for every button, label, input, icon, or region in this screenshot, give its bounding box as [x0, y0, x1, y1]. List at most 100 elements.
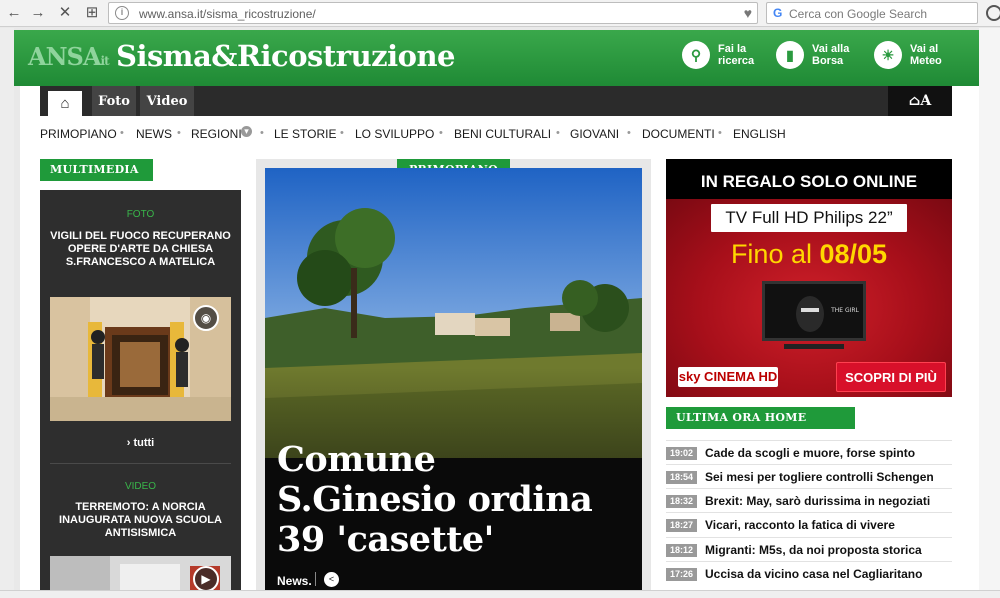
ad-date: Fino al 08/05 — [666, 239, 952, 270]
ad-body: TV Full HD Philips 22” Fino al 08/05 THE… — [666, 199, 952, 397]
menu-item-lo-sviluppo[interactable]: LO SVILUPPO — [355, 127, 434, 141]
search-input[interactable]: G Cerca con Google Search — [766, 2, 978, 24]
news-headline[interactable]: Cade da scogli e muore, forse spinto — [705, 446, 915, 460]
stop-icon[interactable]: ✕ — [55, 3, 75, 23]
tv-stand — [784, 344, 844, 349]
time-badge: 18:32 — [666, 495, 697, 508]
meteo-action-label: Vai al Meteo — [910, 43, 942, 67]
menu-item-le-storie[interactable]: LE STORIE — [274, 127, 336, 141]
foto-category[interactable]: FOTO — [40, 209, 241, 220]
home-icon[interactable]: ⌂ — [48, 91, 82, 116]
news-headline[interactable]: Brexit: May, sarò durissima in negoziati — [705, 494, 930, 508]
tutti-link[interactable]: › tutti — [40, 437, 241, 449]
menu-separator: • — [627, 127, 631, 139]
main-title-line2: S.Ginesio ordina — [277, 479, 593, 520]
section-menu: PRIMOPIANO • NEWS • REGIONI ▾ • LE STORI… — [40, 126, 952, 143]
url-host: www.ansa.it — [139, 7, 204, 21]
tab-foto[interactable]: Foto — [92, 86, 136, 116]
menu-separator: • — [556, 127, 560, 139]
meteo-action-button[interactable]: ☀ Vai al Meteo — [874, 41, 964, 75]
main-story-title[interactable]: Comune S.Ginesio ordina 39 'casette' — [277, 440, 637, 560]
search-icon: ⚲ — [682, 41, 710, 69]
bookmark-heart-icon[interactable]: ♥ — [744, 5, 752, 21]
tab-video[interactable]: Video — [140, 86, 194, 116]
video-title[interactable]: TERREMOTO: A NORCIA INAUGURATA NUOVA SCU… — [50, 501, 231, 540]
menu-item-regioni[interactable]: REGIONI — [191, 127, 242, 141]
main-title-line1: Comune — [277, 439, 436, 480]
list-item[interactable]: 18:12 Migranti: M5s, da noi proposta sto… — [666, 537, 952, 561]
ad-headline: IN REGALO SOLO ONLINE — [666, 159, 952, 199]
search-placeholder: Cerca con Google Search — [789, 7, 928, 21]
sky-cinema-logo: sky CINEMA HD — [678, 367, 778, 387]
news-headline[interactable]: Uccisa da vicino casa nel Cagliaritano — [705, 567, 922, 581]
menu-separator: • — [120, 127, 124, 139]
forward-icon[interactable]: → — [28, 3, 48, 23]
ansa-logo[interactable]: ANSAit — [28, 42, 110, 71]
divider — [50, 463, 231, 464]
weather-icon: ☀ — [874, 41, 902, 69]
time-badge: 19:02 — [666, 447, 697, 460]
ad-date-value: 08/05 — [819, 239, 888, 269]
ad-date-prefix: Fino al — [730, 239, 820, 269]
multimedia-label[interactable]: MULTIMEDIA — [40, 159, 153, 181]
meteo-action-line2: Meteo — [910, 55, 942, 67]
address-bar[interactable]: i www.ansa.it/sisma_ricostruzione/ ♥ — [108, 2, 758, 24]
borsa-action-button[interactable]: ▮ Vai alla Borsa — [776, 41, 866, 75]
list-item[interactable]: 19:02 Cade da scogli e muore, forse spin… — [666, 440, 952, 464]
browser-toolbar: ← → ✕ ⊞ i www.ansa.it/sisma_ricostruzion… — [0, 0, 1000, 27]
ad-product: TV Full HD Philips 22” — [711, 204, 907, 232]
time-badge: 18:54 — [666, 471, 697, 484]
chart-icon: ▮ — [776, 41, 804, 69]
news-headline[interactable]: Migranti: M5s, da noi proposta storica — [705, 543, 922, 557]
news-headline[interactable]: Sei mesi per togliere controlli Schengen — [705, 470, 934, 484]
back-icon[interactable]: ← — [4, 3, 24, 23]
video-category[interactable]: VIDEO — [40, 481, 241, 492]
time-badge: 18:27 — [666, 519, 697, 532]
list-item[interactable]: 17:26 Uccisa da vicino casa nel Cagliari… — [666, 561, 952, 585]
menu-item-beni-culturali[interactable]: BENI CULTURALI — [454, 127, 551, 141]
apps-icon[interactable]: ⊞ — [82, 3, 102, 23]
page-gutter-right — [979, 28, 1000, 598]
menu-icon[interactable] — [986, 5, 1000, 21]
list-item[interactable]: 18:32 Brexit: May, sarò durissima in neg… — [666, 488, 952, 512]
list-item[interactable]: 18:27 Vicari, racconto la fatica di vive… — [666, 512, 952, 536]
search-action-line2: ricerca — [718, 55, 755, 67]
borsa-action-label: Vai alla Borsa — [812, 43, 849, 67]
foto-thumbnail[interactable]: ◉ — [50, 297, 231, 421]
list-item[interactable]: 18:54 Sei mesi per togliere controlli Sc… — [666, 464, 952, 488]
site-header: ANSAit Sisma&Ricostruzione ⚲ Fai la ricer… — [14, 30, 979, 86]
menu-item-primopiano[interactable]: PRIMOPIANO — [40, 127, 117, 141]
site-title[interactable]: Sisma&Ricostruzione — [116, 39, 456, 73]
story-source[interactable]: News. — [277, 574, 312, 588]
search-action-button[interactable]: ⚲ Fai la ricerca — [682, 41, 762, 75]
tv-screen-text: THE GIRL — [830, 307, 859, 314]
info-icon[interactable]: i — [115, 6, 129, 20]
page-gutter-left — [0, 28, 14, 598]
scopri-button[interactable]: SCOPRI DI PIÙ — [836, 362, 946, 392]
advertisement-banner[interactable]: IN REGALO SOLO ONLINE TV Full HD Philips… — [666, 159, 952, 397]
home-accessibility-button[interactable]: ⌂A — [888, 86, 952, 116]
share-icon[interactable]: < — [324, 572, 339, 587]
top-navigation: ⌂ Foto Video ⌂A — [40, 86, 952, 116]
menu-item-english[interactable]: ENGLISH — [733, 127, 786, 141]
foto-title[interactable]: VIGILI DEL FUOCO RECUPERANO OPERE D'ARTE… — [50, 230, 231, 269]
multimedia-column: FOTO VIGILI DEL FUOCO RECUPERANO OPERE D… — [40, 190, 241, 598]
menu-item-documenti[interactable]: DOCUMENTI — [642, 127, 715, 141]
ultima-ora-label[interactable]: ULTIMA ORA HOME — [666, 407, 855, 429]
menu-item-news[interactable]: NEWS — [136, 127, 172, 141]
regioni-expand-icon[interactable]: ▾ — [241, 126, 252, 137]
time-badge: 18:12 — [666, 544, 697, 557]
menu-separator: • — [177, 127, 181, 139]
main-title-line3: 39 'casette' — [277, 519, 494, 560]
menu-separator: • — [260, 127, 264, 139]
menu-separator: • — [718, 127, 722, 139]
horizontal-scrollbar[interactable] — [0, 590, 1000, 598]
video-camera-icon: ▶ — [193, 566, 219, 592]
url-text[interactable]: www.ansa.it/sisma_ricostruzione/ — [139, 7, 316, 21]
logo-brand: ANSA — [28, 42, 102, 71]
logo-suffix: it — [100, 54, 110, 68]
news-headline[interactable]: Vicari, racconto la fatica di vivere — [705, 518, 895, 532]
meteo-action-line1: Vai al — [910, 43, 939, 55]
menu-item-giovani[interactable]: GIOVANI — [570, 127, 619, 141]
search-action-label: Fai la ricerca — [718, 43, 754, 67]
